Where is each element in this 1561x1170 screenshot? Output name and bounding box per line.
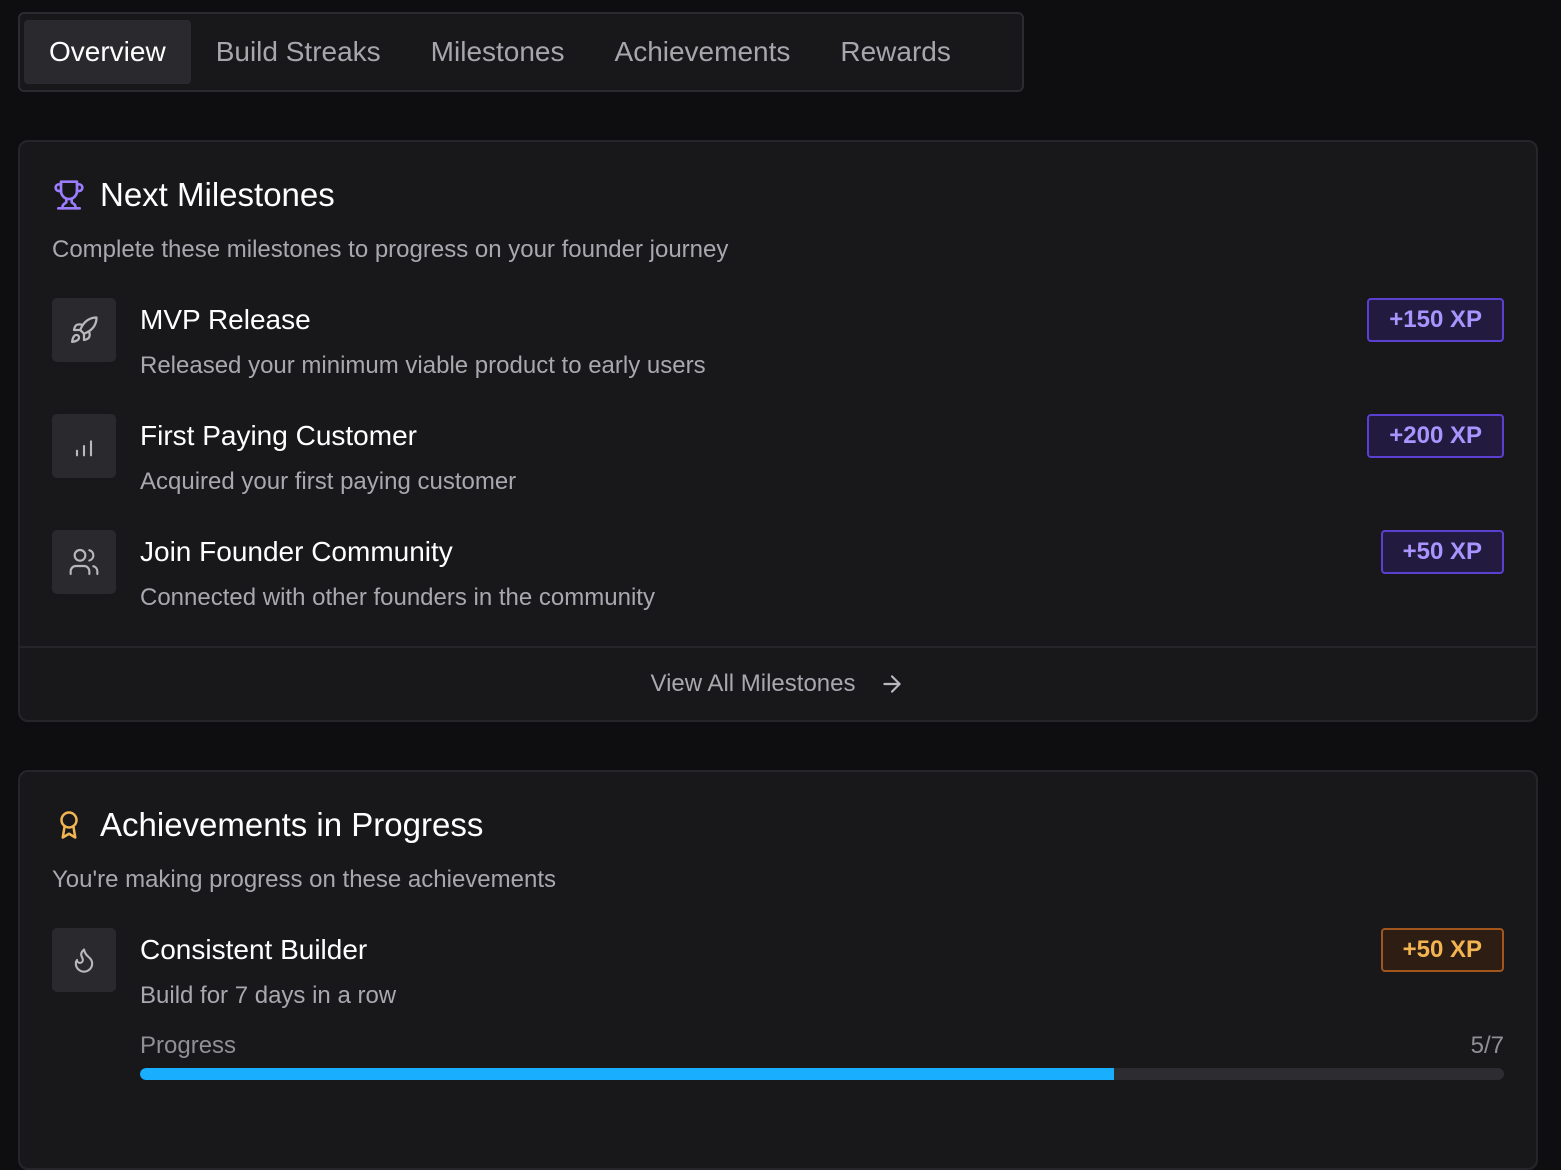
- tab-bar: Overview Build Streaks Milestones Achiev…: [18, 12, 1024, 92]
- tab-achievements[interactable]: Achievements: [590, 20, 816, 84]
- xp-badge: +50 XP: [1380, 530, 1504, 574]
- tab-milestones[interactable]: Milestones: [406, 20, 590, 84]
- flame-icon: [52, 928, 116, 992]
- bar-chart-icon: [52, 414, 116, 478]
- tab-build-streaks[interactable]: Build Streaks: [191, 20, 406, 84]
- view-all-milestones-label: View All Milestones: [650, 670, 856, 697]
- achievement-item: Consistent Builder Build for 7 days in a…: [52, 928, 1504, 1088]
- milestone-description: Acquired your first paying customer: [140, 468, 517, 495]
- card-description: You're making progress on these achievem…: [52, 866, 556, 893]
- xp-badge: +150 XP: [1367, 298, 1504, 342]
- xp-badge: +50 XP: [1380, 928, 1504, 972]
- milestone-item: MVP Release Released your minimum viable…: [52, 298, 1504, 394]
- achievements-in-progress-card: Achievements in Progress You're making p…: [18, 770, 1538, 1170]
- next-milestones-header: Next Milestones: [52, 176, 335, 214]
- card-title: Next Milestones: [100, 176, 335, 213]
- milestone-item: First Paying Customer Acquired your firs…: [52, 414, 1504, 510]
- achievement-title: Consistent Builder: [140, 934, 368, 965]
- award-icon: [52, 808, 86, 842]
- card-description: Complete these milestones to progress on…: [52, 236, 729, 263]
- milestone-description: Released your minimum viable product to …: [140, 352, 706, 379]
- xp-badge: +200 XP: [1367, 414, 1504, 458]
- milestone-item: Join Founder Community Connected with ot…: [52, 530, 1504, 626]
- card-title: Achievements in Progress: [100, 806, 484, 843]
- next-milestones-card: Next Milestones Complete these milestone…: [18, 140, 1538, 722]
- milestone-title: MVP Release: [140, 304, 311, 335]
- view-all-milestones-button[interactable]: View All Milestones: [20, 646, 1536, 720]
- arrow-right-icon: [879, 671, 905, 697]
- rocket-icon: [52, 298, 116, 362]
- achievement-description: Build for 7 days in a row: [140, 982, 397, 1009]
- progress-label: Progress: [140, 1032, 237, 1059]
- progress-value: 5/7: [1470, 1032, 1504, 1059]
- milestone-title: Join Founder Community: [140, 536, 453, 567]
- progress-bar: [140, 1068, 1504, 1080]
- achievements-header: Achievements in Progress: [52, 806, 483, 844]
- tab-overview[interactable]: Overview: [24, 20, 191, 84]
- milestone-description: Connected with other founders in the com…: [140, 584, 655, 611]
- progress-bar-fill: [140, 1068, 1114, 1080]
- tab-rewards[interactable]: Rewards: [815, 20, 975, 84]
- trophy-icon: [52, 178, 86, 212]
- milestone-title: First Paying Customer: [140, 420, 417, 451]
- users-icon: [52, 530, 116, 594]
